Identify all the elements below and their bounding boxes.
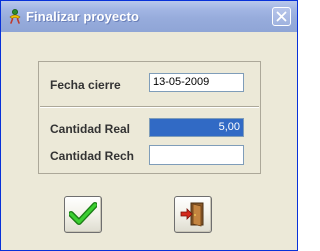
person-icon	[7, 8, 23, 24]
close-button[interactable]	[272, 7, 291, 26]
fecha-cierre-label: Fecha cierre	[50, 78, 121, 92]
checkmark-icon	[69, 202, 97, 225]
close-icon	[276, 11, 287, 22]
panel-separator	[40, 106, 259, 108]
title-bar[interactable]: Finalizar proyecto	[1, 1, 297, 32]
form-panel: Fecha cierre 13-05-2009 Cantidad Real 5,…	[38, 61, 261, 174]
window-title: Finalizar proyecto	[26, 9, 140, 24]
dialog-window: Finalizar proyecto Fecha cierre 13-05-20…	[0, 0, 298, 251]
cantidad-rech-label: Cantidad Rech	[50, 149, 135, 163]
exit-button[interactable]	[174, 196, 212, 233]
cantidad-real-field[interactable]: 5,00	[149, 118, 244, 137]
exit-door-icon	[180, 202, 204, 227]
cantidad-real-label: Cantidad Real	[50, 122, 131, 136]
fecha-cierre-field[interactable]: 13-05-2009	[149, 73, 244, 92]
accept-button[interactable]	[64, 196, 102, 233]
cantidad-rech-field[interactable]	[149, 145, 244, 165]
